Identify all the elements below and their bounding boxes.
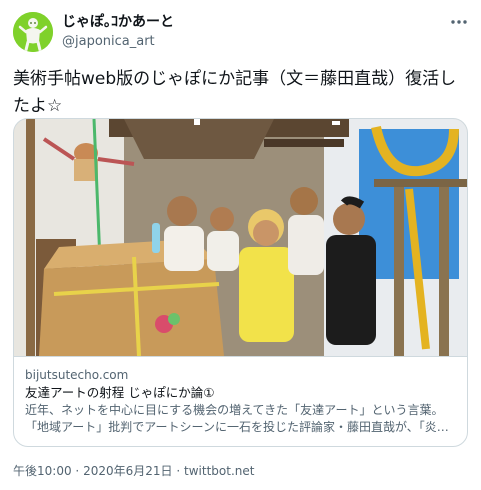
- meta-separator: ·: [176, 464, 181, 478]
- card-body: bijutsutecho.com 友達アートの射程 じゃぽにか論① 近年、ネット…: [14, 356, 467, 446]
- link-card[interactable]: bijutsutecho.com 友達アートの射程 じゃぽにか論① 近年、ネット…: [13, 118, 468, 447]
- card-description-line-2: 「地域アート」批判でアートシーンに一石を投じた評論家・藤田直哉が、「炎…: [25, 420, 449, 434]
- display-name[interactable]: じゃぽ｡ｺかあーと: [62, 14, 174, 31]
- tweet-text: 美術手帖web版のじゃぽにか記事（文＝藤田直哉）復活したよ☆: [13, 69, 457, 116]
- more-horizontal-icon: [451, 20, 467, 24]
- tweet: じゃぽ｡ｺかあーと @japonica_art 美術手帖web版のじゃぽにか記事…: [0, 0, 481, 490]
- article-photo-icon: [14, 119, 467, 356]
- card-description-line-1: 近年、ネットを中心に目にする機会の増えてきた「友達アート」という言葉。: [25, 403, 444, 417]
- card-title: 友達アートの射程 じゃぽにか論①: [25, 385, 215, 400]
- meta-separator: ·: [75, 464, 80, 478]
- tweet-date[interactable]: 2020年6月21日: [83, 464, 172, 478]
- more-options-button[interactable]: [448, 14, 470, 30]
- tweet-source[interactable]: twittbot.net: [184, 464, 254, 478]
- user-info: じゃぽ｡ｺかあーと @japonica_art: [62, 14, 174, 50]
- card-domain: bijutsutecho.com: [25, 368, 129, 382]
- tweet-meta: 午後10:00 · 2020年6月21日 · twittbot.net: [13, 462, 254, 479]
- person-avatar-icon: [13, 12, 53, 52]
- user-handle[interactable]: @japonica_art: [62, 33, 174, 50]
- card-image: [14, 119, 467, 356]
- avatar[interactable]: [13, 12, 53, 52]
- tweet-time[interactable]: 午後10:00: [13, 464, 72, 478]
